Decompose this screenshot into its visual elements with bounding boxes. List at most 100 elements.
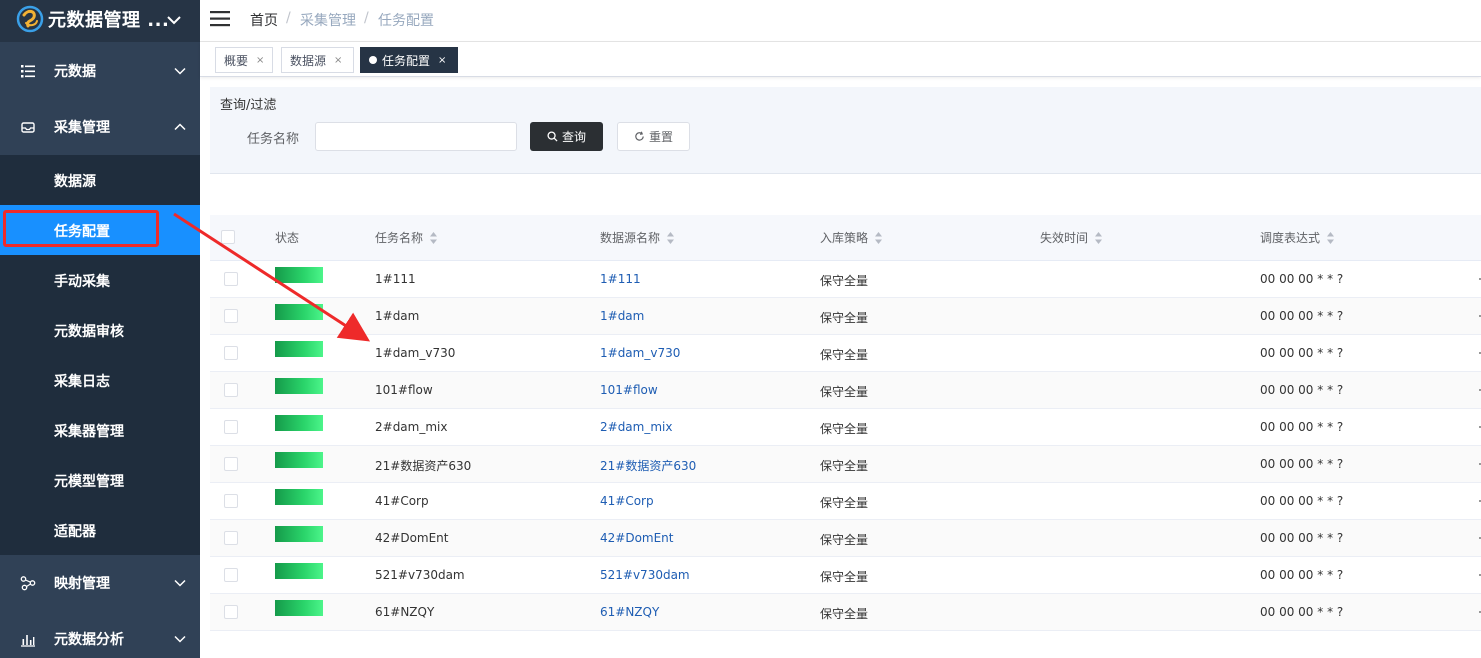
task-name-cell: 1#dam — [375, 309, 420, 323]
table-header: 状态 任务名称 数据源名称 入库策略 失效时间 调度表达式 — [210, 215, 1481, 261]
row-checkbox[interactable] — [224, 568, 238, 582]
bar-chart-icon — [21, 635, 35, 647]
table-row[interactable]: 21#数据资产630 21#数据资产630 保守全量 00 00 00 * * … — [210, 446, 1481, 483]
cron-cell: 00 00 00 * * ? — [1260, 457, 1344, 471]
sidebar-item-mapping[interactable]: 映射管理 — [0, 558, 200, 608]
column-header-label: 入库策略 — [820, 231, 869, 245]
sidebar-item-metadata[interactable]: 元数据 — [0, 46, 200, 96]
list-icon — [21, 65, 35, 78]
sidebar-header[interactable]: 元数据管理 ... — [0, 0, 200, 42]
cron-cell: 00 00 00 * * ? — [1260, 531, 1344, 545]
sidebar-subitem-manual-collect[interactable]: 手动采集 — [0, 255, 200, 305]
sidebar-subitem-label: 元模型管理 — [54, 474, 124, 490]
task-name-cell: 521#v730dam — [375, 568, 465, 582]
sidebar-subitem-task-config[interactable]: 任务配置 — [0, 205, 200, 255]
column-header-storage-strategy[interactable]: 入库策略 — [820, 229, 883, 246]
strategy-cell: 保守全量 — [820, 311, 869, 325]
table-row[interactable]: 41#Corp 41#Corp 保守全量 00 00 00 * * ? — [210, 483, 1481, 520]
row-checkbox[interactable] — [224, 420, 238, 434]
table-row[interactable]: 1#dam 1#dam 保守全量 00 00 00 * * ? — [210, 298, 1481, 335]
table-row[interactable]: 42#DomEnt 42#DomEnt 保守全量 00 00 00 * * ? — [210, 520, 1481, 557]
tab-task-config[interactable]: 任务配置 × — [360, 47, 458, 73]
task-name-input[interactable] — [315, 122, 517, 151]
cron-cell: 00 00 00 * * ? — [1260, 494, 1344, 508]
datasource-link[interactable]: 42#DomEnt — [600, 531, 674, 545]
select-all-checkbox[interactable] — [221, 230, 235, 244]
datasource-link[interactable]: 61#NZQY — [600, 605, 659, 619]
hamburger-menu-icon[interactable] — [210, 8, 232, 30]
task-name-cell: 2#dam_mix — [375, 420, 448, 434]
sidebar-subitem-adapter[interactable]: 适配器 — [0, 505, 200, 555]
sort-icon[interactable] — [1094, 231, 1103, 245]
datasource-link[interactable]: 521#v730dam — [600, 568, 690, 582]
breadcrumb-separator: / — [286, 10, 291, 26]
cron-cell: 00 00 00 * * ? — [1260, 309, 1344, 323]
status-indicator — [275, 600, 323, 616]
sort-icon[interactable] — [1326, 231, 1335, 245]
column-header-cron[interactable]: 调度表达式 — [1260, 229, 1335, 246]
status-indicator — [275, 489, 323, 505]
task-name-cell: 1#111 — [375, 272, 416, 286]
tab-datasource[interactable]: 数据源 × — [281, 47, 354, 73]
table-row[interactable]: 2#dam_mix 2#dam_mix 保守全量 00 00 00 * * ? — [210, 409, 1481, 446]
column-header-task-name[interactable]: 任务名称 — [375, 229, 438, 246]
table-row[interactable]: 61#NZQY 61#NZQY 保守全量 00 00 00 * * ? — [210, 594, 1481, 631]
row-checkbox[interactable] — [224, 309, 238, 323]
sidebar-item-collection[interactable]: 采集管理 — [0, 102, 200, 152]
sidebar-subitem-label: 手动采集 — [54, 274, 110, 290]
column-header-expire-time[interactable]: 失效时间 — [1040, 229, 1103, 246]
close-icon[interactable]: × — [438, 55, 446, 66]
row-checkbox[interactable] — [224, 346, 238, 360]
sidebar-subitem-metamodel-mgmt[interactable]: 元模型管理 — [0, 455, 200, 505]
column-header-datasource-name[interactable]: 数据源名称 — [600, 229, 675, 246]
close-icon[interactable]: × — [334, 55, 342, 66]
strategy-cell: 保守全量 — [820, 348, 869, 362]
datasource-link[interactable]: 1#111 — [600, 272, 641, 286]
sidebar-item-label: 元数据分析 — [54, 632, 124, 648]
sidebar-item-metadata-analysis[interactable]: 元数据分析 — [0, 614, 200, 658]
status-indicator — [275, 452, 323, 468]
table-row[interactable]: 1#dam_v730 1#dam_v730 保守全量 00 00 00 * * … — [210, 335, 1481, 372]
row-checkbox[interactable] — [224, 605, 238, 619]
datasource-link[interactable]: 1#dam_v730 — [600, 346, 680, 360]
share-nodes-icon — [20, 576, 36, 591]
table-row[interactable]: 521#v730dam 521#v730dam 保守全量 00 00 00 * … — [210, 557, 1481, 594]
task-name-cell: 42#DomEnt — [375, 531, 449, 545]
task-name-cell: 101#flow — [375, 383, 433, 397]
datasource-link[interactable]: 101#flow — [600, 383, 658, 397]
strategy-cell: 保守全量 — [820, 570, 869, 584]
sidebar-item-label: 采集管理 — [54, 120, 110, 136]
search-button[interactable]: 查询 — [530, 122, 603, 151]
sidebar-subitem-collect-log[interactable]: 采集日志 — [0, 355, 200, 405]
sort-icon[interactable] — [429, 231, 438, 245]
chevron-down-icon[interactable] — [164, 10, 184, 30]
column-header-label: 任务名称 — [375, 231, 424, 245]
reset-button[interactable]: 重置 — [617, 122, 690, 151]
datasource-link[interactable]: 1#dam — [600, 309, 644, 323]
task-name-cell: 41#Corp — [375, 494, 429, 508]
column-header-label: 调度表达式 — [1260, 231, 1321, 245]
datasource-link[interactable]: 2#dam_mix — [600, 420, 672, 434]
row-checkbox[interactable] — [224, 531, 238, 545]
tab-overview[interactable]: 概要 × — [215, 47, 273, 73]
sort-icon[interactable] — [874, 231, 883, 245]
datasource-link[interactable]: 21#数据资产630 — [600, 457, 696, 474]
sidebar-subitem-collector-mgmt[interactable]: 采集器管理 — [0, 405, 200, 455]
sidebar-subitem-datasource[interactable]: 数据源 — [0, 155, 200, 205]
row-checkbox[interactable] — [224, 383, 238, 397]
table-row[interactable]: 101#flow 101#flow 保守全量 00 00 00 * * ? — [210, 372, 1481, 409]
row-checkbox[interactable] — [224, 272, 238, 286]
breadcrumb-current: 任务配置 — [378, 13, 434, 29]
sort-icon[interactable] — [666, 231, 675, 245]
row-checkbox[interactable] — [224, 457, 238, 471]
close-icon[interactable]: × — [256, 55, 264, 66]
breadcrumb-home[interactable]: 首页 — [250, 10, 278, 30]
table-row[interactable]: 1#111 1#111 保守全量 00 00 00 * * ? — [210, 261, 1481, 298]
chevron-down-icon — [174, 635, 186, 643]
active-dot-icon — [369, 56, 377, 64]
filter-panel: 查询/过滤 任务名称 查询 重置 — [210, 87, 1481, 174]
row-checkbox[interactable] — [224, 494, 238, 508]
status-indicator — [275, 341, 323, 357]
sidebar-subitem-metadata-review[interactable]: 元数据审核 — [0, 305, 200, 355]
datasource-link[interactable]: 41#Corp — [600, 494, 654, 508]
